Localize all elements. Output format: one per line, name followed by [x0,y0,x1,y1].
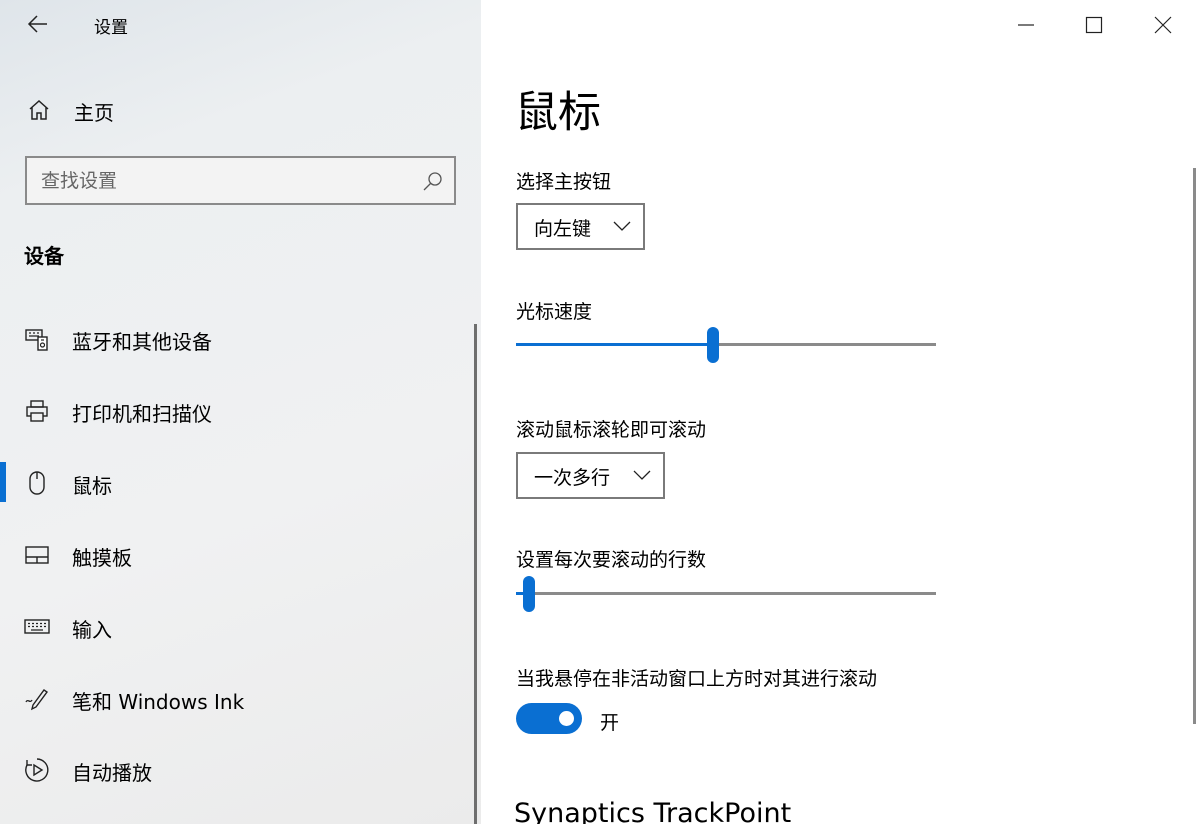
chevron-down-icon [633,470,651,480]
cursor-speed-label: 光标速度 [516,301,593,323]
touchpad-icon [25,546,49,564]
scroll-lines-label: 设置每次要滚动的行数 [516,549,707,571]
keyboard-icon [24,619,50,634]
app-title: 设置 [94,18,128,38]
sidebar-item-mouse[interactable]: 鼠标 [0,454,470,512]
search-input[interactable] [41,166,411,196]
scroll-mode-dropdown[interactable]: 一次多行 [516,452,665,499]
mouse-icon [29,471,45,495]
sidebar-item-label: 触摸板 [72,546,132,570]
slider-thumb[interactable] [707,327,719,363]
minimize-icon [1018,24,1034,26]
autoplay-icon [25,758,49,782]
maximize-icon [1085,16,1103,34]
slider-thumb[interactable] [523,576,535,612]
sidebar-item-typing[interactable]: 输入 [0,598,470,656]
sidebar-item-touchpad[interactable]: 触摸板 [0,526,470,584]
home-nav-item[interactable]: 主页 [0,86,470,134]
printer-icon [26,400,48,422]
navigation-pane: 设置 主页 设备 蓝牙和其他设备 打印机和扫描仪 [0,0,481,824]
inactive-scroll-label: 当我悬停在非活动窗口上方时对其进行滚动 [516,668,878,690]
sidebar-item-label: 自动播放 [72,761,152,785]
inactive-scroll-toggle[interactable] [516,703,582,734]
toggle-knob [559,711,574,726]
back-button[interactable] [22,8,54,40]
sidebar-item-bluetooth[interactable]: 蓝牙和其他设备 [0,310,470,368]
toggle-state-label: 开 [600,712,620,734]
pen-icon [25,689,48,711]
minimize-button[interactable] [992,0,1060,50]
close-icon [1154,16,1172,34]
sidebar-item-label: 蓝牙和其他设备 [72,330,212,354]
home-icon [29,99,49,120]
section-title: 设备 [24,244,64,268]
home-label: 主页 [74,101,114,125]
content-pane: 鼠标 选择主按钮 向左键 光标速度 滚动鼠标滚轮即可滚动 一次多行 设置每次要滚… [481,0,1200,824]
page-title: 鼠标 [515,88,601,138]
scroll-lines-slider[interactable] [516,574,936,614]
sidebar-item-label: 鼠标 [72,474,112,498]
close-button[interactable] [1129,0,1197,50]
sidebar-item-label: 输入 [72,618,112,642]
search-icon[interactable] [422,170,444,192]
sidebar-item-label: 笔和 Windows Ink [72,690,245,714]
slider-fill [516,343,713,346]
bluetooth-devices-icon [25,329,48,351]
scroll-mode-label: 滚动鼠标滚轮即可滚动 [516,419,707,441]
cursor-speed-slider[interactable] [516,325,936,365]
dropdown-value: 向左键 [534,218,592,240]
sidebar-item-autoplay[interactable]: 自动播放 [0,741,470,799]
dropdown-value: 一次多行 [534,467,611,489]
primary-button-dropdown[interactable]: 向左键 [516,203,645,250]
back-arrow-icon [27,15,47,33]
content-scrollbar[interactable] [1193,168,1196,724]
search-box[interactable] [25,156,456,205]
sidebar-item-label: 打印机和扫描仪 [72,402,212,426]
chevron-down-icon [613,221,631,231]
sidebar-item-pen[interactable]: 笔和 Windows Ink [0,670,470,728]
maximize-button[interactable] [1060,0,1128,50]
trackpoint-section-title: Synaptics TrackPoint [514,798,792,824]
primary-button-label: 选择主按钮 [516,171,612,193]
sidebar-item-printers[interactable]: 打印机和扫描仪 [0,382,470,440]
nav-scrollbar[interactable] [474,324,477,824]
slider-track [516,592,936,595]
